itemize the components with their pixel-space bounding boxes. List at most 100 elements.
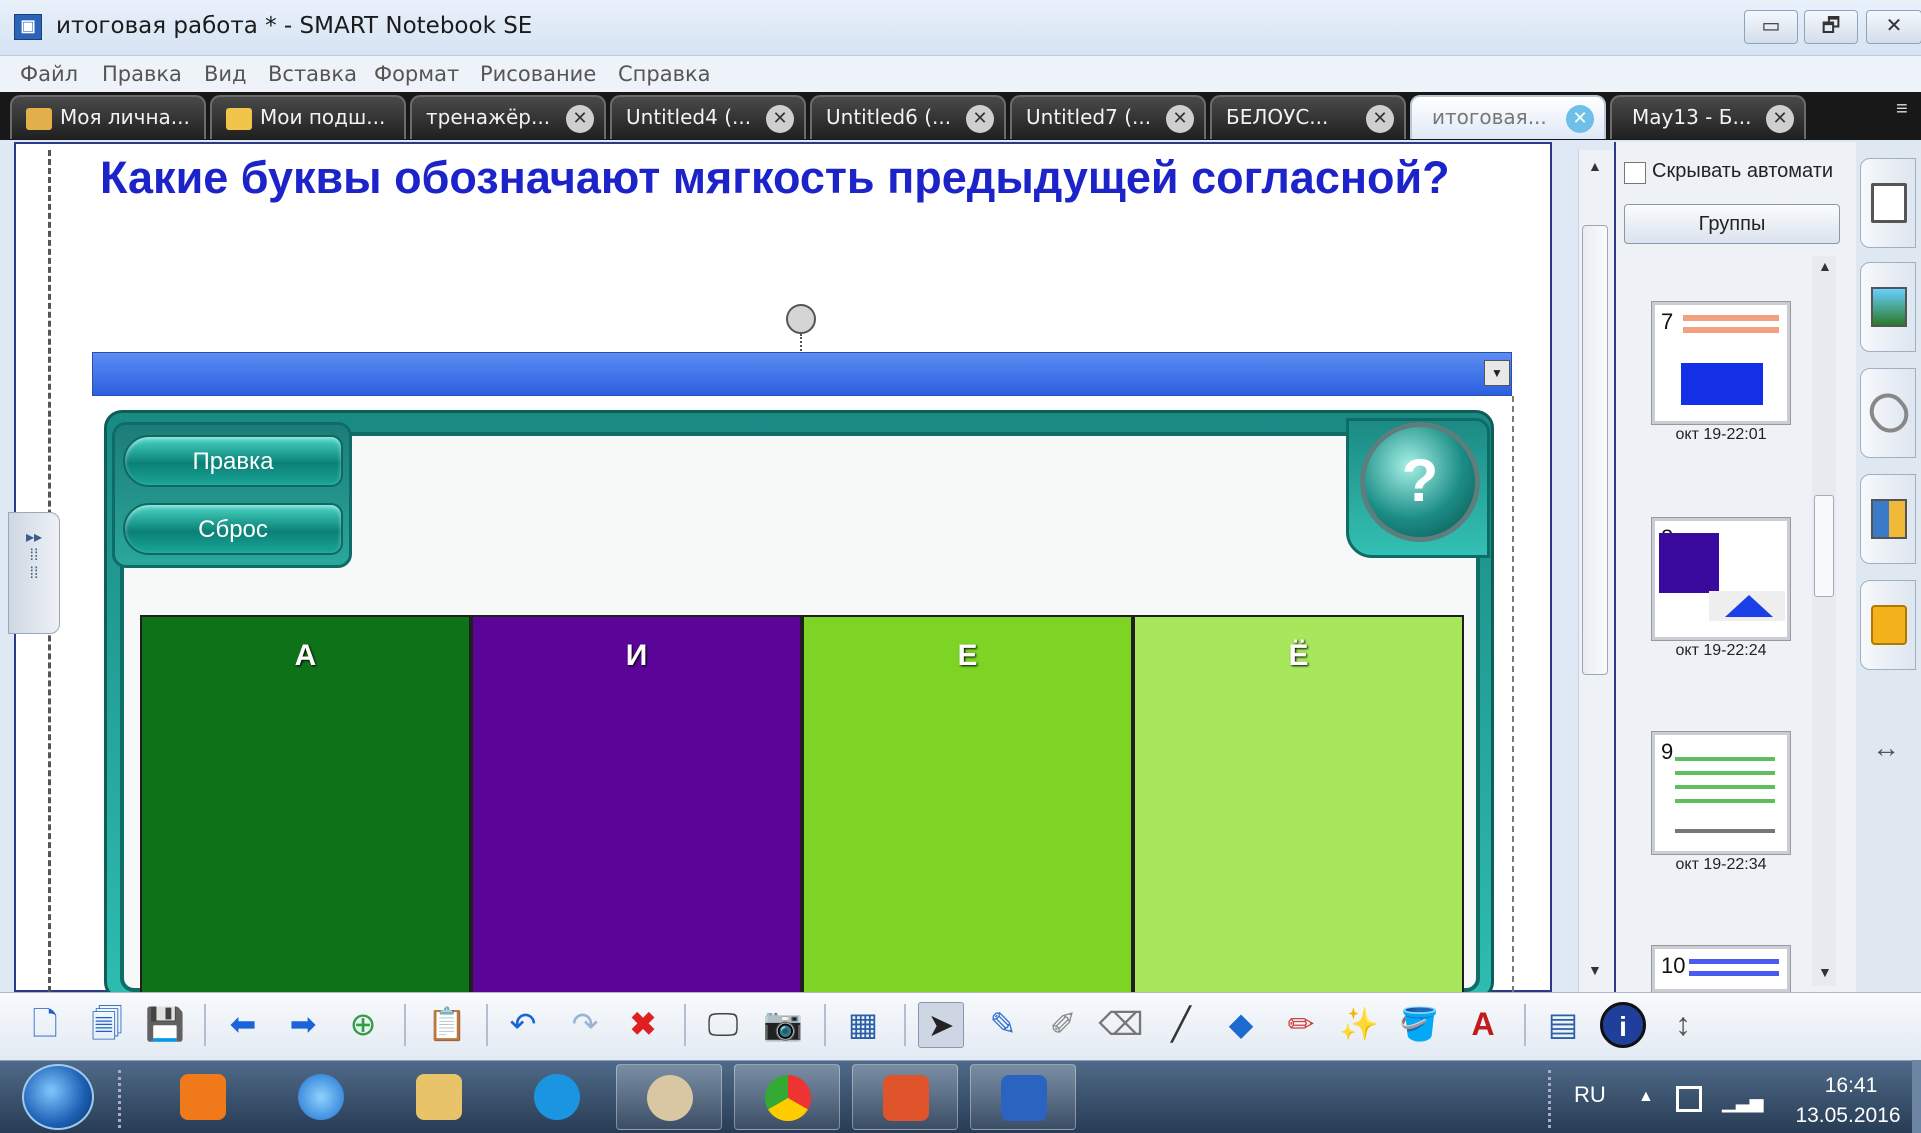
line-icon[interactable]: ╱ xyxy=(1158,1002,1204,1048)
tab-overflow-icon[interactable]: ≡ xyxy=(1896,98,1916,128)
autohide-checkbox[interactable] xyxy=(1624,162,1646,184)
close-icon[interactable]: ✕ xyxy=(1566,105,1594,133)
sort-column-i[interactable]: И xyxy=(471,615,802,995)
tab-trainer[interactable]: тренажёр... ✕ xyxy=(410,95,606,139)
widget-menu-button[interactable]: ▼ xyxy=(1484,360,1510,386)
sort-column-a[interactable]: А xyxy=(140,615,471,995)
canvas-scroll-thumb[interactable] xyxy=(1582,225,1608,675)
reset-button[interactable]: Сброс xyxy=(123,503,343,555)
close-icon[interactable]: ✕ xyxy=(1366,105,1394,133)
page-thumbnail-9[interactable]: 9 xyxy=(1652,732,1790,854)
menu-insert[interactable]: Вставка xyxy=(268,56,357,92)
new-page-icon[interactable]: 🗋 xyxy=(22,1002,68,1048)
help-button[interactable]: ? xyxy=(1360,422,1480,542)
move-toolbar-icon[interactable]: ↕ xyxy=(1660,1002,1706,1048)
taskbar-paint[interactable] xyxy=(616,1064,722,1130)
page-sorter-tab[interactable] xyxy=(1860,158,1916,248)
tab-itogovaya[interactable]: итоговая... ✕ xyxy=(1410,95,1606,139)
show-desktop-button[interactable] xyxy=(1912,1060,1921,1133)
tab-my-subscriptions[interactable]: Мои подш... xyxy=(210,95,406,139)
sorter-scroll-up-icon[interactable]: ▲ xyxy=(1818,258,1832,274)
scroll-up-icon[interactable]: ▲ xyxy=(1588,158,1602,174)
taskbar-powerpoint[interactable] xyxy=(852,1064,958,1130)
page-thumbnail-8[interactable]: 8 xyxy=(1652,518,1790,640)
page-thumbnail-7[interactable]: 7 xyxy=(1652,302,1790,424)
restore-button[interactable]: 🗗 xyxy=(1804,10,1858,44)
taskbar-media-player[interactable] xyxy=(150,1064,256,1130)
menu-help[interactable]: Справка xyxy=(618,56,711,92)
taskbar-chrome[interactable] xyxy=(734,1064,840,1130)
tab-belous[interactable]: БЕЛОУС... ✕ xyxy=(1210,95,1406,139)
forward-icon[interactable]: ➡ xyxy=(280,1002,326,1048)
rotate-handle[interactable] xyxy=(786,304,816,334)
start-button[interactable] xyxy=(22,1064,94,1130)
close-icon[interactable]: ✕ xyxy=(1166,105,1194,133)
attachments-tab[interactable] xyxy=(1860,368,1916,458)
clock-time[interactable]: 16:41 xyxy=(1806,1074,1896,1098)
undo-icon[interactable]: ↶ xyxy=(500,1002,546,1048)
taskbar-internet-explorer[interactable] xyxy=(268,1064,374,1130)
taskbar-smart-notebook[interactable] xyxy=(970,1064,1076,1130)
tab-my-content[interactable]: Моя лична... xyxy=(10,95,206,139)
pen-icon[interactable]: ✎ xyxy=(980,1002,1026,1048)
gallery-tab[interactable] xyxy=(1860,262,1916,352)
back-icon[interactable]: ⬅ xyxy=(220,1002,266,1048)
close-icon[interactable]: ✕ xyxy=(1766,105,1794,133)
groups-button[interactable]: Группы xyxy=(1624,204,1840,244)
tab-may13[interactable]: May13 - Б... ✕ xyxy=(1610,95,1806,139)
menu-format[interactable]: Формат xyxy=(374,56,459,92)
creative-pen-icon[interactable]: ✐ xyxy=(1040,1002,1086,1048)
delete-icon[interactable]: ✖ xyxy=(620,1002,666,1048)
language-indicator[interactable]: RU xyxy=(1574,1082,1606,1108)
side-panel-handle[interactable]: ▸▸ ⁞⁞ ⁞⁞ xyxy=(8,512,60,634)
properties-tab[interactable] xyxy=(1860,474,1916,564)
sorter-scroll-down-icon[interactable]: ▼ xyxy=(1818,964,1832,980)
tab-untitled4[interactable]: Untitled4 (... ✕ xyxy=(610,95,806,139)
sort-column-e[interactable]: Е xyxy=(802,615,1133,995)
clock-date[interactable]: 13.05.2016 xyxy=(1786,1104,1910,1128)
save-icon[interactable]: 💾 xyxy=(142,1002,188,1048)
shapes-icon[interactable]: ◆ xyxy=(1218,1002,1264,1048)
taskbar-mail[interactable] xyxy=(504,1064,610,1130)
magic-pen-icon[interactable]: ✏ xyxy=(1278,1002,1324,1048)
sort-column-yo[interactable]: Ё xyxy=(1133,615,1464,995)
widget-title-bar[interactable] xyxy=(92,352,1512,396)
text-icon[interactable]: A xyxy=(1460,1002,1506,1048)
close-button[interactable]: ✕ xyxy=(1866,10,1921,44)
menu-view[interactable]: Вид xyxy=(204,56,247,92)
minimize-button[interactable]: ▭ xyxy=(1744,10,1798,44)
sorter-scroll-thumb[interactable] xyxy=(1814,495,1834,597)
scroll-down-icon[interactable]: ▼ xyxy=(1588,962,1602,978)
eraser-icon[interactable]: ⌫ xyxy=(1098,1002,1144,1048)
close-icon[interactable]: ✕ xyxy=(766,105,794,133)
menu-draw[interactable]: Рисование xyxy=(480,56,596,92)
addons-tab[interactable] xyxy=(1860,580,1916,670)
tray-expand-icon[interactable]: ▲ xyxy=(1638,1088,1654,1106)
info-icon[interactable]: i xyxy=(1600,1002,1646,1048)
page-question-text[interactable]: Какие буквы обозначают мягкость предыдущ… xyxy=(100,152,1540,204)
tab-untitled6[interactable]: Untitled6 (... ✕ xyxy=(810,95,1006,139)
sorter-scrollbar[interactable] xyxy=(1812,256,1836,986)
redo-icon[interactable]: ↷ xyxy=(562,1002,608,1048)
taskbar-explorer[interactable] xyxy=(386,1064,492,1130)
tab-untitled7[interactable]: Untitled7 (... ✕ xyxy=(1010,95,1206,139)
properties-icon[interactable]: ▤ xyxy=(1540,1002,1586,1048)
select-icon[interactable]: ➤ xyxy=(918,1002,964,1048)
magic-wand-icon[interactable]: ✨ xyxy=(1336,1002,1382,1048)
capture-icon[interactable]: 📷 xyxy=(760,1002,806,1048)
menu-file[interactable]: Файл xyxy=(20,56,78,92)
duplicate-icon[interactable]: 🗐 xyxy=(84,1002,130,1048)
menu-edit[interactable]: Правка xyxy=(102,56,182,92)
swap-side-icon[interactable]: ↔ xyxy=(1872,732,1900,764)
add-page-icon[interactable]: ⊕ xyxy=(340,1002,386,1048)
paste-icon[interactable]: 📋 xyxy=(424,1002,470,1048)
table-icon[interactable]: ▦ xyxy=(840,1002,886,1048)
action-center-icon[interactable] xyxy=(1676,1086,1702,1112)
close-icon[interactable]: ✕ xyxy=(566,105,594,133)
edit-button[interactable]: Правка xyxy=(123,435,343,487)
close-icon[interactable]: ✕ xyxy=(966,105,994,133)
show-screen-icon[interactable]: 🖵 xyxy=(700,1002,746,1048)
page-thumbnail-10[interactable]: 10 xyxy=(1652,946,1790,992)
fill-icon[interactable]: 🪣 xyxy=(1396,1002,1442,1048)
network-icon[interactable]: ▁▃▅ xyxy=(1722,1092,1764,1113)
